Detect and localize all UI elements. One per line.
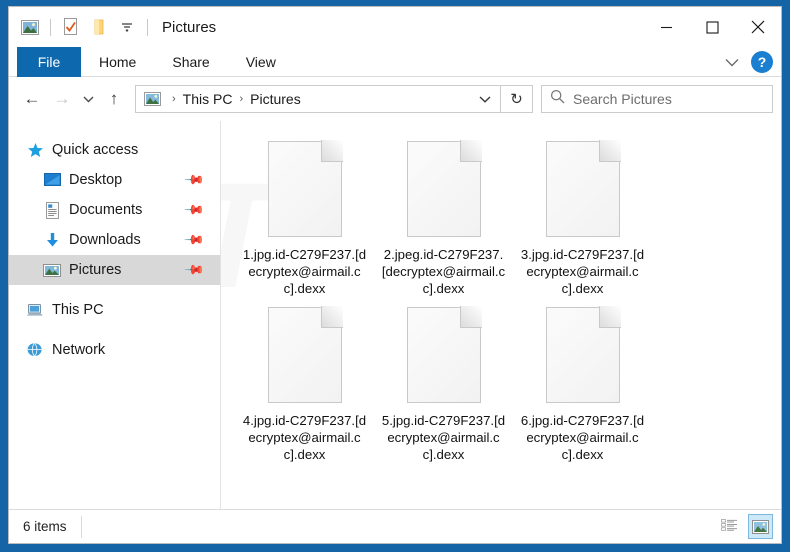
sidebar-item-downloads[interactable]: Downloads 📌 (9, 225, 220, 255)
title-bar: Pictures (9, 7, 781, 47)
address-dropdown-chevron-down-icon[interactable] (474, 87, 496, 111)
ribbon-tab-strip: File Home Share View ? (9, 47, 781, 77)
file-list-pane[interactable]: ZT risk 1.jpg.id-C279F237.[decryptex@air… (221, 121, 781, 509)
sidebar-label: Network (52, 342, 106, 358)
file-grid: 1.jpg.id-C279F237.[decryptex@airmail.cc]… (235, 137, 781, 469)
sidebar-item-documents[interactable]: Documents 📌 (9, 195, 220, 225)
sidebar-item-pictures[interactable]: Pictures 📌 (9, 255, 220, 285)
help-icon[interactable]: ? (751, 51, 773, 73)
properties-icon[interactable] (58, 14, 84, 40)
sidebar-item-desktop[interactable]: Desktop 📌 (9, 165, 220, 195)
this-pc-icon (25, 301, 45, 319)
sidebar-item-quick-access[interactable]: Quick access (9, 135, 220, 165)
file-item[interactable]: 5.jpg.id-C279F237.[decryptex@airmail.cc]… (374, 303, 513, 463)
file-name: 3.jpg.id-C279F237.[decryptex@airmail.cc]… (520, 247, 645, 296)
star-icon (25, 141, 45, 159)
file-item[interactable]: 2.jpeg.id-C279F237.[decryptex@airmail.cc… (374, 137, 513, 297)
window-controls (643, 7, 781, 47)
sidebar-label: Documents (69, 202, 143, 218)
network-icon (25, 341, 45, 359)
pin-icon[interactable]: 📌 (183, 259, 205, 282)
navigation-bar: ← → ↑ › This PC › Pictures ↻ Search Pict… (9, 77, 781, 121)
sidebar-item-network[interactable]: Network (9, 335, 220, 365)
pin-icon[interactable]: 📌 (183, 199, 205, 222)
file-name: 6.jpg.id-C279F237.[decryptex@airmail.cc]… (520, 413, 645, 462)
pictures-icon (42, 261, 62, 279)
explorer-window: Pictures File Home Share View ? ← → ↑ › … (8, 6, 782, 544)
blank-file-icon (406, 140, 482, 237)
file-item[interactable]: 4.jpg.id-C279F237.[decryptex@airmail.cc]… (235, 303, 374, 463)
minimize-icon[interactable] (643, 7, 689, 47)
close-icon[interactable] (735, 7, 781, 47)
downloads-icon (42, 231, 62, 249)
pictures-folder-icon[interactable] (17, 14, 43, 40)
item-count: 6 items (23, 515, 82, 538)
ribbon-right-controls: ? (719, 47, 775, 77)
qat-divider-2 (147, 18, 148, 36)
tab-share[interactable]: Share (154, 47, 227, 77)
tab-file[interactable]: File (17, 47, 81, 77)
sidebar-item-this-pc[interactable]: This PC (9, 295, 220, 325)
tab-home[interactable]: Home (81, 47, 154, 77)
recent-locations-chevron-down-icon[interactable] (77, 84, 99, 114)
blank-file-icon (406, 306, 482, 403)
search-input[interactable]: Search Pictures (573, 91, 672, 107)
file-name: 1.jpg.id-C279F237.[decryptex@airmail.cc]… (242, 247, 367, 296)
breadcrumb-separator-1: › (172, 93, 176, 105)
up-button[interactable]: ↑ (99, 84, 129, 114)
large-icons-view-button[interactable] (748, 514, 773, 539)
sidebar-label: This PC (52, 302, 104, 318)
search-icon (550, 89, 565, 109)
details-view-button[interactable] (717, 514, 742, 539)
file-name: 2.jpeg.id-C279F237.[decryptex@airmail.cc… (381, 247, 506, 296)
search-box[interactable]: Search Pictures (541, 85, 773, 113)
expand-ribbon-chevron-down-icon[interactable] (719, 49, 745, 75)
status-bar: 6 items (9, 509, 781, 543)
main-area: Quick access Desktop 📌 Documents 📌 Downl… (9, 121, 781, 509)
customize-dropdown-icon[interactable] (114, 14, 140, 40)
file-name: 4.jpg.id-C279F237.[decryptex@airmail.cc]… (242, 413, 367, 462)
pin-icon[interactable]: 📌 (183, 169, 205, 192)
qat-divider-1 (50, 18, 51, 36)
blank-file-icon (267, 306, 343, 403)
sidebar-label: Quick access (52, 142, 139, 158)
file-item[interactable]: 6.jpg.id-C279F237.[decryptex@airmail.cc]… (513, 303, 652, 463)
maximize-icon[interactable] (689, 7, 735, 47)
forward-button[interactable]: → (47, 84, 77, 114)
back-button[interactable]: ← (17, 84, 47, 114)
sidebar-label: Desktop (69, 172, 123, 188)
file-name: 5.jpg.id-C279F237.[decryptex@airmail.cc]… (381, 413, 506, 462)
navigation-pane: Quick access Desktop 📌 Documents 📌 Downl… (9, 121, 221, 509)
new-folder-icon[interactable] (86, 14, 112, 40)
breadcrumb-pictures-icon (142, 90, 162, 108)
file-item[interactable]: 3.jpg.id-C279F237.[decryptex@airmail.cc]… (513, 137, 652, 297)
pin-icon[interactable]: 📌 (183, 229, 205, 252)
window-title: Pictures (162, 18, 217, 36)
sidebar-gap-2 (9, 325, 220, 335)
blank-file-icon (545, 140, 621, 237)
documents-icon (42, 201, 62, 219)
refresh-button[interactable]: ↻ (501, 85, 533, 113)
blank-file-icon (267, 140, 343, 237)
breadcrumb-separator-2: › (239, 93, 244, 105)
desktop-icon (42, 171, 62, 189)
tab-view[interactable]: View (228, 47, 294, 77)
blank-file-icon (545, 306, 621, 403)
sidebar-gap-1 (9, 285, 220, 295)
quick-access-toolbar (9, 14, 153, 40)
sidebar-label: Pictures (69, 262, 122, 278)
breadcrumb-pictures[interactable]: Pictures (246, 91, 305, 107)
view-mode-buttons (717, 514, 773, 539)
file-item[interactable]: 1.jpg.id-C279F237.[decryptex@airmail.cc]… (235, 137, 374, 297)
address-bar[interactable]: › This PC › Pictures (135, 85, 501, 113)
breadcrumb: › This PC › Pictures (142, 90, 474, 108)
breadcrumb-this-pc[interactable]: This PC (179, 91, 237, 107)
sidebar-label: Downloads (69, 232, 141, 248)
